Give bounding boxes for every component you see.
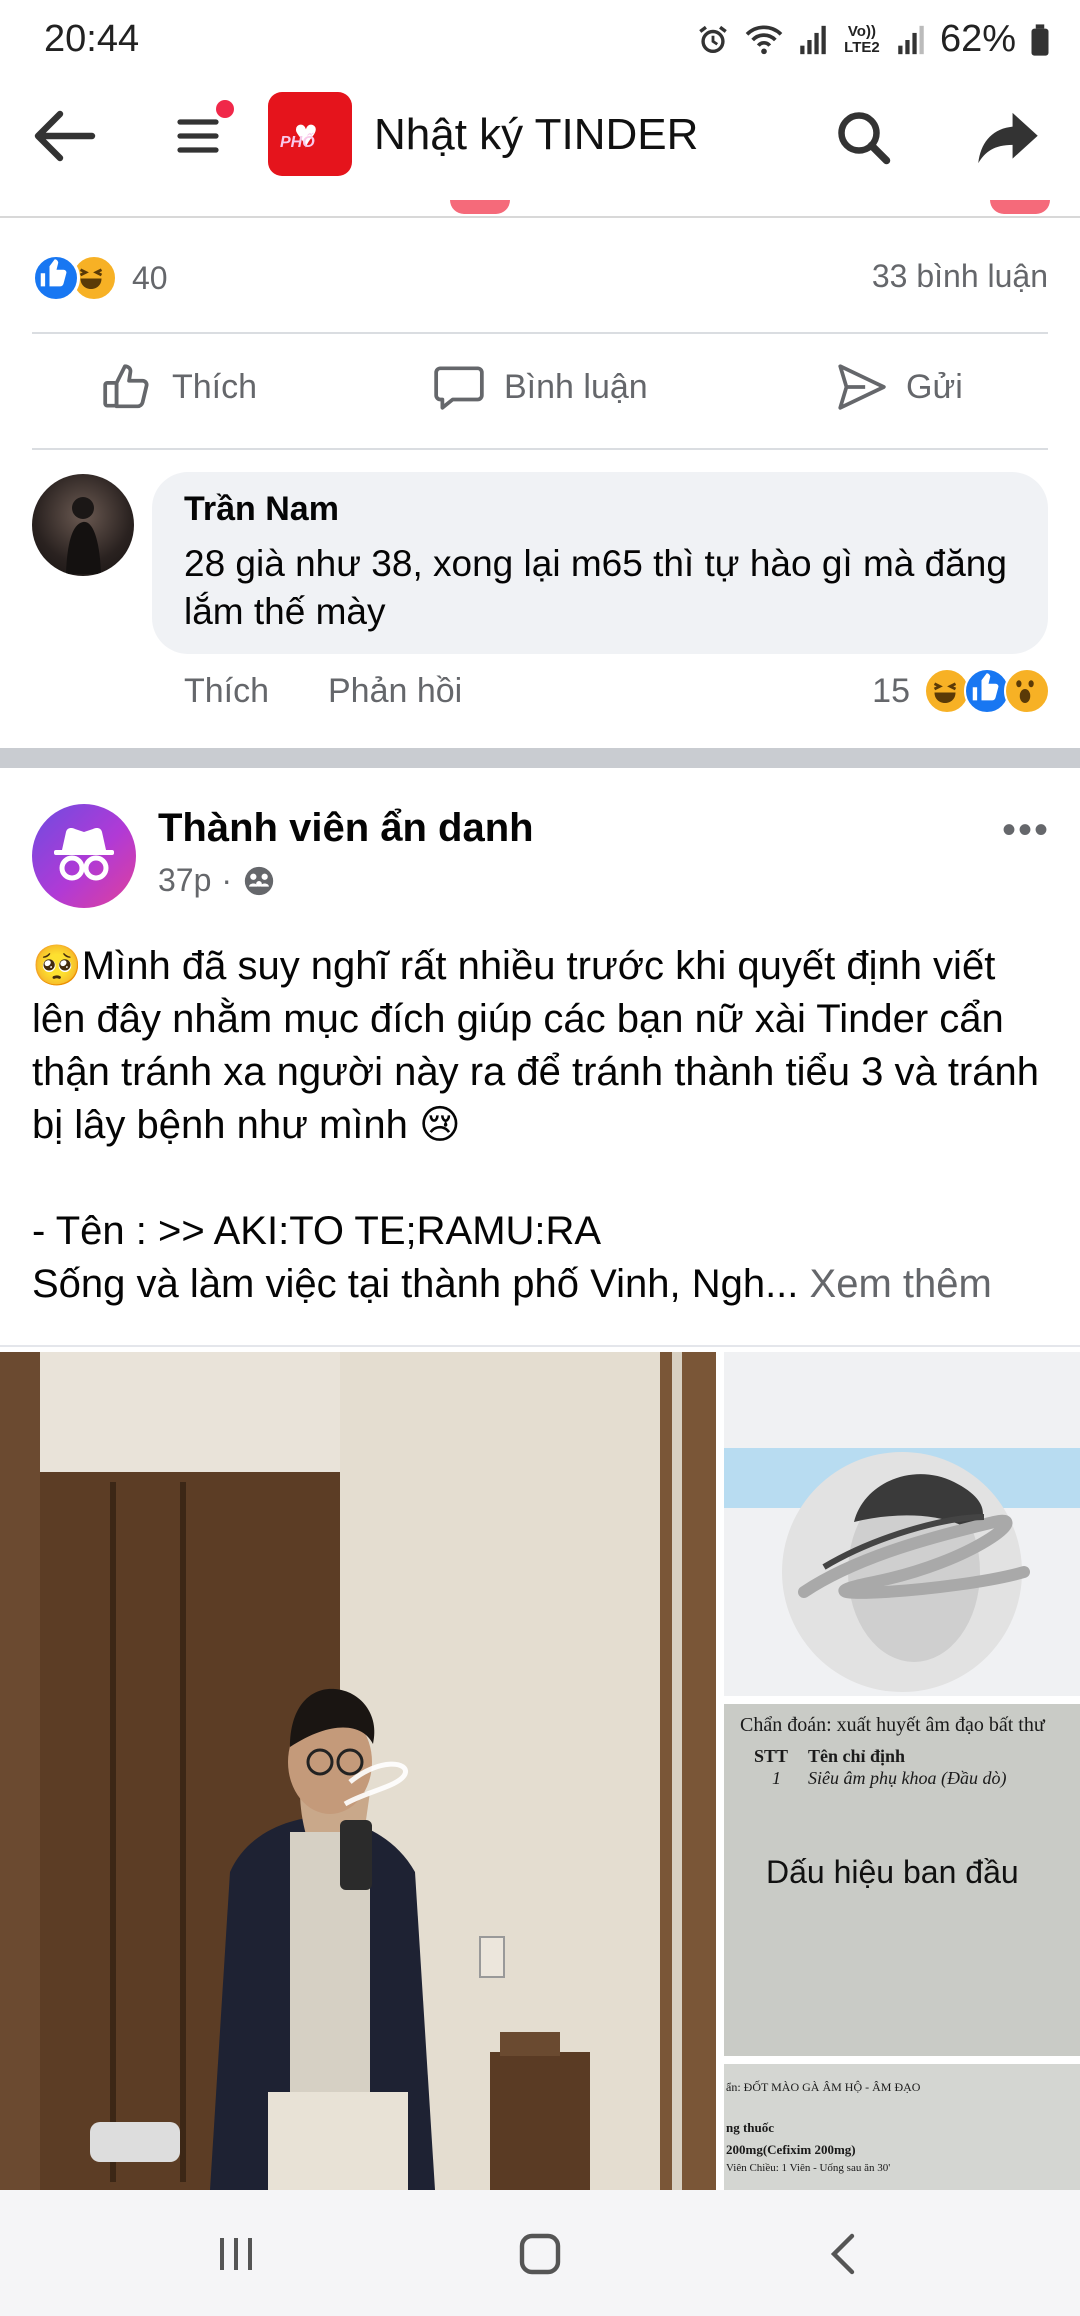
post-author[interactable]: Thành viên ẩn danh	[158, 806, 534, 851]
doc-bottom-line-4: Viên Chiều: 1 Viên - Uống sau ăn 30'	[726, 2162, 891, 2174]
alarm-icon	[699, 25, 727, 53]
doc-row-no: 1	[772, 1768, 781, 1788]
doc-bottom-line-1: ẩn: ĐỐT MÀO GÀ ÂM HỘ - ÂM ĐẠO	[726, 2080, 921, 2094]
comment-reply-link[interactable]: Phản hồi	[328, 672, 462, 711]
home-icon[interactable]	[516, 2230, 564, 2278]
comment-reaction-count: 15	[872, 671, 910, 710]
wow-reaction-icon	[1004, 668, 1050, 714]
doc-bottom-line-2: ng thuốc	[726, 2120, 775, 2135]
group-privacy-icon	[244, 866, 274, 895]
battery-icon	[1031, 23, 1049, 56]
share-icon[interactable]	[976, 108, 1040, 168]
comment-bubble-icon	[434, 366, 484, 410]
wifi-icon	[745, 24, 783, 54]
more-options-icon[interactable]: •••	[1002, 808, 1050, 853]
commenter-avatar[interactable]	[32, 474, 134, 576]
comment-like-link[interactable]: Thích	[184, 672, 269, 711]
signal-icon	[800, 25, 826, 54]
anonymous-avatar[interactable]	[32, 804, 136, 908]
post-text-paragraph: 🥺Mình đã suy nghĩ rất nhiều trước khi qu…	[32, 944, 1039, 1147]
page-title[interactable]: Nhật ký TINDER	[374, 110, 698, 160]
system-nav-bar	[0, 2190, 1080, 2316]
doc-row-text: Siêu âm phụ khoa (Đầu dò)	[808, 1768, 1007, 1788]
comment-count[interactable]: 33 bình luận	[872, 258, 1048, 295]
reaction-count: 40	[132, 259, 168, 296]
post-photo-document[interactable]: Chẩn đoán: xuất huyết âm đạo bất thư STT…	[724, 1704, 1080, 2056]
comment-button[interactable]: Bình luận	[432, 360, 648, 414]
signal-icon-2	[898, 25, 924, 54]
status-time: 20:44	[44, 18, 140, 60]
actions-bottom-divider	[32, 448, 1048, 450]
notification-dot	[216, 100, 234, 118]
post-text-location: Sống và làm việc tại thành phố Vinh, Ngh…	[32, 1262, 799, 1306]
doc-bottom-line-3: 200mg(Cefixim 200mg)	[726, 2142, 856, 2157]
post-body: 🥺Mình đã suy nghĩ rất nhiều trước khi qu…	[32, 940, 1048, 1311]
search-icon[interactable]	[834, 108, 894, 168]
back-nav-icon[interactable]	[822, 2230, 866, 2278]
send-label: Gửi	[906, 367, 963, 406]
comment-reactions[interactable]: 15	[872, 668, 1050, 714]
post-media-divider	[0, 1345, 1080, 1347]
thumbs-up-icon	[103, 364, 149, 409]
commenter-name[interactable]: Trần Nam	[184, 490, 339, 529]
status-icons: Vo)) LTE2 62%	[696, 18, 1050, 61]
like-reaction-icon	[32, 254, 80, 302]
post-meta: 37p ·	[158, 862, 276, 899]
reaction-summary[interactable]: 40	[32, 254, 168, 302]
post-time[interactable]: 37p	[158, 862, 211, 899]
post-text-name: - Tên : >> AKI:TO TE;RAMU:RA	[32, 1209, 602, 1253]
post-separator	[0, 748, 1080, 768]
actions-top-divider	[32, 332, 1048, 334]
doc-diagnosis: Chẩn đoán: xuất huyết âm đạo bất thư	[740, 1714, 1045, 1736]
post-photo-main[interactable]	[0, 1352, 716, 2190]
send-icon	[838, 364, 886, 410]
see-more-link[interactable]: Xem thêm	[810, 1262, 992, 1306]
page-logo[interactable]: ♥ PHỐ	[268, 92, 352, 176]
post-photo-prescription[interactable]: ẩn: ĐỐT MÀO GÀ ÂM HỘ - ÂM ĐẠO ng thuốc 2…	[724, 2064, 1080, 2190]
header-divider	[0, 216, 1080, 218]
doc-caption: Dấu hiệu ban đầu	[766, 1854, 1019, 1890]
comment-label: Bình luận	[504, 367, 648, 406]
battery-percent: 62%	[939, 18, 1016, 60]
meta-dot: ·	[221, 862, 233, 898]
like-button[interactable]: Thích	[100, 360, 257, 414]
comment-text: 28 già như 38, xong lại m65 thì tự hào g…	[184, 543, 1007, 632]
doc-order-title: Tên chỉ định	[808, 1746, 906, 1766]
menu-icon[interactable]	[174, 112, 222, 160]
back-arrow-icon[interactable]	[32, 108, 96, 164]
like-label: Thích	[172, 367, 258, 406]
logo-text: PHỐ	[280, 134, 315, 151]
doc-stt: STT	[754, 1746, 789, 1766]
post-photo-profile[interactable]	[724, 1352, 1080, 1696]
recent-apps-icon[interactable]	[214, 2232, 258, 2276]
network-label: Vo)) LTE2	[844, 22, 880, 56]
send-button[interactable]: Gửi	[834, 360, 963, 414]
